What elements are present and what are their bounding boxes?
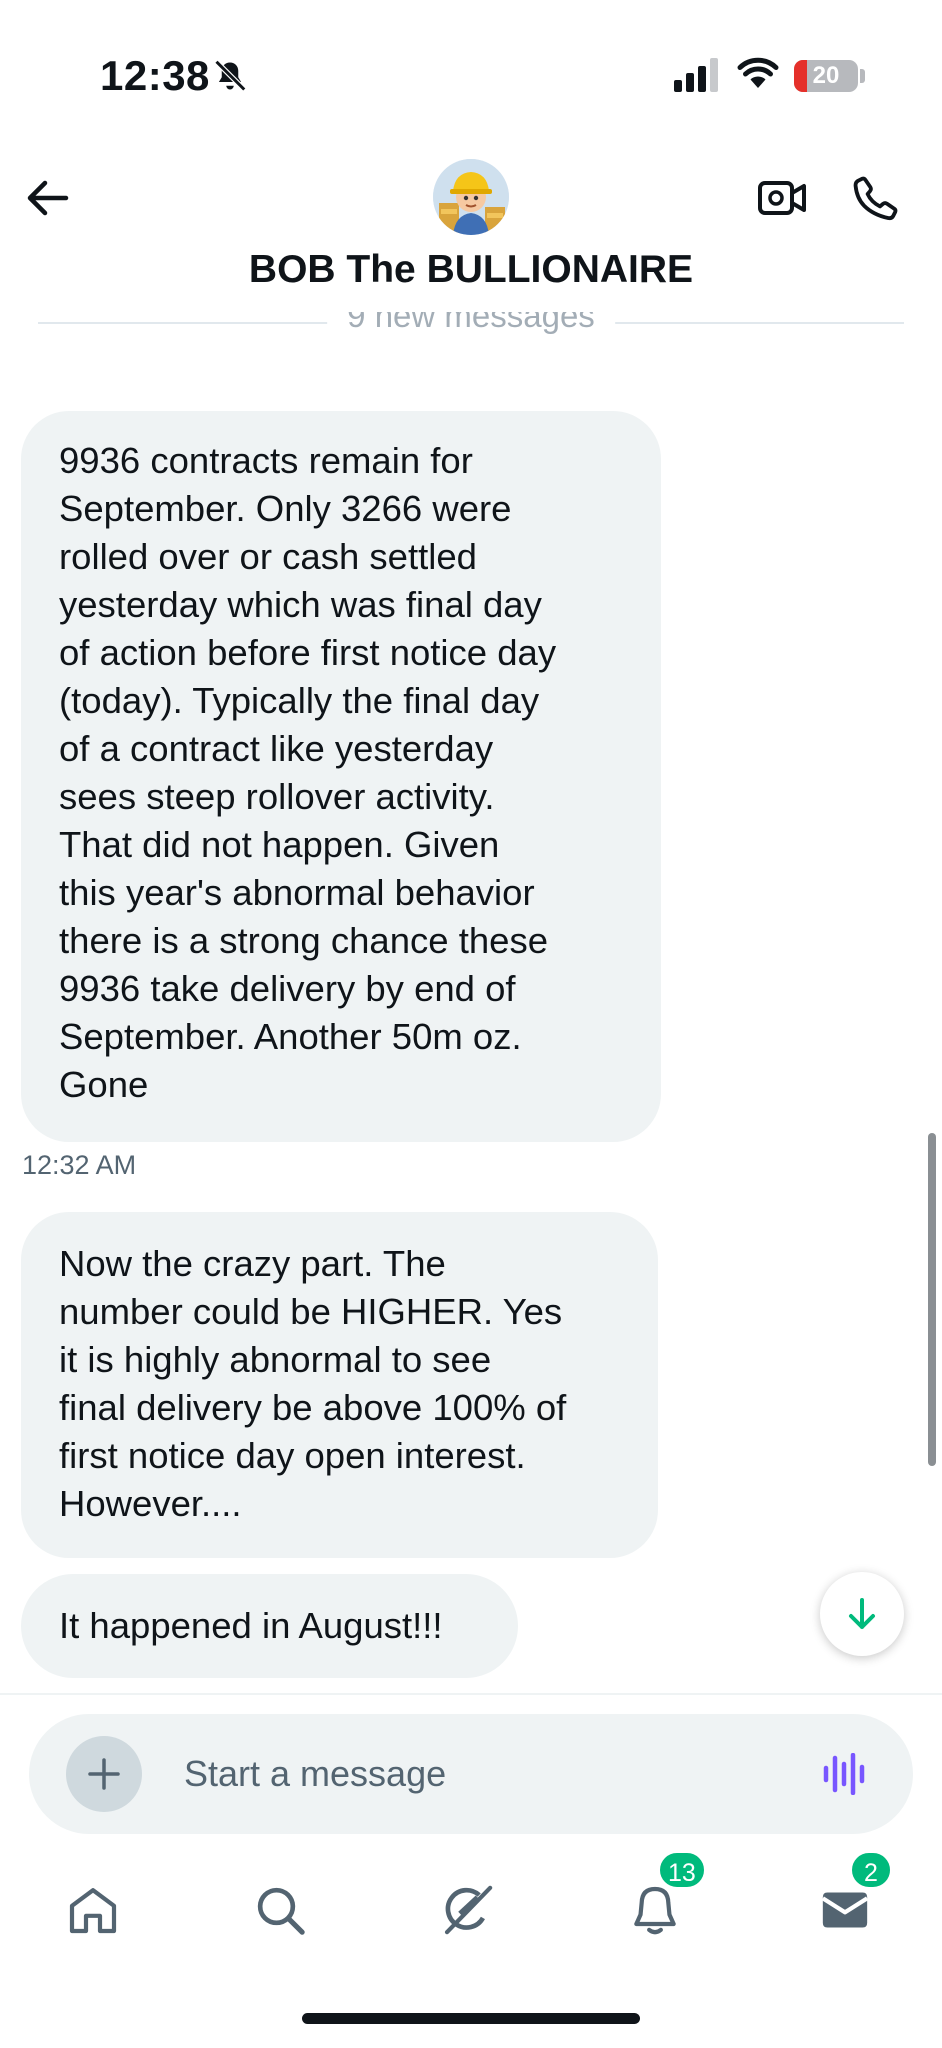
message-line: there is a strong chance these <box>59 920 548 961</box>
add-media-button[interactable] <box>66 1736 142 1812</box>
status-bar: 12:38 20 <box>0 0 942 150</box>
message-bubble[interactable]: It happened in August!!! <box>21 1574 518 1678</box>
nav-notifications[interactable]: 13 <box>605 1850 707 1960</box>
message-line: it is highly abnormal to see <box>59 1339 492 1380</box>
message-bubble[interactable]: 9936 contracts remain for September. Onl… <box>21 411 661 1142</box>
message-timestamp: 12:32 AM <box>22 1150 137 1180</box>
message-line: September. Only 3266 were <box>59 488 512 529</box>
nav-grok[interactable] <box>418 1860 518 1960</box>
nav-messages[interactable]: 2 <box>795 1850 895 1960</box>
nav-search[interactable] <box>230 1860 330 1960</box>
message-composer <box>29 1714 913 1834</box>
phone-call-icon <box>853 176 898 221</box>
search-icon <box>257 1887 305 1935</box>
wifi-icon <box>737 57 779 88</box>
status-time: 12:38 <box>100 52 210 99</box>
battery-cap <box>860 69 865 83</box>
scroll-indicator[interactable] <box>928 1133 936 1466</box>
message-line: It happened in August!!! <box>59 1605 443 1646</box>
message-line: first notice day open interest. <box>59 1435 526 1476</box>
scroll-to-bottom-button[interactable] <box>820 1572 904 1656</box>
message-line: rolled over or cash settled <box>59 536 477 577</box>
message-line: final delivery be above 100% of <box>59 1387 567 1428</box>
phone-call-button[interactable] <box>848 170 904 226</box>
video-call-icon <box>758 181 806 215</box>
composer-separator <box>0 1693 942 1695</box>
message-line: September. Another 50m oz. <box>59 1016 522 1057</box>
notifications-badge: 13 <box>657 1850 707 1890</box>
battery-icon: 20 <box>794 60 858 92</box>
arrow-down-icon <box>849 1598 875 1629</box>
message-line: (today). Typically the final day <box>59 680 540 721</box>
plus-icon <box>88 1758 120 1790</box>
signal-icon <box>674 58 718 92</box>
new-messages-divider: 9 new messages <box>38 312 904 342</box>
video-call-button[interactable] <box>754 170 810 226</box>
bell-muted-icon <box>214 59 247 92</box>
message-line: However.... <box>59 1483 242 1524</box>
message-line: of a contract like yesterday <box>59 728 494 769</box>
avatar[interactable] <box>433 159 509 235</box>
notifications-icon <box>634 1886 676 1935</box>
chat-title[interactable]: BOB The BULLIONAIRE <box>0 248 942 292</box>
voice-waveform-icon <box>823 1753 865 1795</box>
home-icon <box>69 1888 117 1934</box>
message-line: 9936 contracts remain for <box>59 440 473 481</box>
messages-badge: 2 <box>849 1850 893 1890</box>
message-line: sees steep rollover activity. <box>59 776 495 817</box>
message-line: of action before first notice day <box>59 632 557 673</box>
message-bubble[interactable]: Now the crazy part. The number could be … <box>21 1212 658 1558</box>
messages-icon <box>821 1892 869 1928</box>
avatar-image <box>433 159 509 235</box>
message-line: this year's abnormal behavior <box>59 872 535 913</box>
back-arrow-icon <box>27 180 69 216</box>
back-button[interactable] <box>20 170 76 226</box>
message-line: Now the crazy part. The <box>59 1243 446 1284</box>
nav-home[interactable] <box>43 1860 143 1960</box>
grok-icon <box>444 1885 493 1935</box>
new-messages-label: 9 new messages <box>327 312 615 335</box>
message-line: number could be HIGHER. Yes <box>59 1291 563 1332</box>
bottom-nav: 13 2 <box>0 1850 942 1960</box>
battery-level: 20 <box>812 62 840 89</box>
message-line: Gone <box>59 1064 149 1105</box>
voice-message-button[interactable] <box>819 1748 871 1800</box>
message-input[interactable] <box>184 1744 764 1804</box>
message-line: yesterday which was final day <box>59 584 542 625</box>
home-indicator <box>302 2013 640 2024</box>
message-line: That did not happen. Given <box>59 824 500 865</box>
message-line: 9936 take delivery by end of <box>59 968 516 1009</box>
